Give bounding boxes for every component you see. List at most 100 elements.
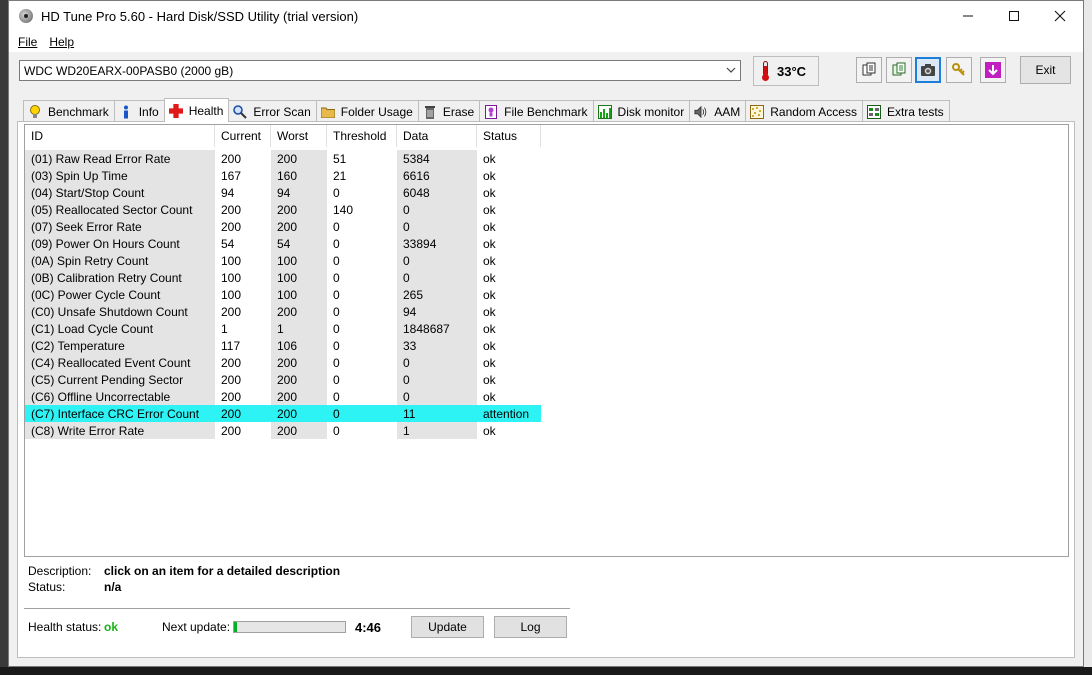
- tab-aam[interactable]: AAM: [689, 100, 747, 122]
- table-row[interactable]: (09) Power On Hours Count 54 54 0 33894 ok: [25, 235, 541, 252]
- table-row[interactable]: (0C) Power Cycle Count 100 100 0 265 ok: [25, 286, 541, 303]
- cell-current: 200: [221, 355, 242, 370]
- copy-text-button[interactable]: [856, 57, 882, 83]
- column-header-current[interactable]: Current: [215, 125, 271, 147]
- minimize-icon: [963, 15, 973, 17]
- table-row[interactable]: (C2) Temperature 117 106 0 33 ok: [25, 337, 541, 354]
- table-row[interactable]: (07) Seek Error Rate 200 200 0 0 ok: [25, 218, 541, 235]
- cell-data: 265: [397, 286, 477, 303]
- camera-icon: [921, 64, 935, 76]
- cell-current: 100: [221, 287, 242, 302]
- chart-icon: [597, 104, 612, 119]
- tab-extra-tests-label: Extra tests: [886, 104, 944, 119]
- close-button[interactable]: [1037, 1, 1083, 31]
- screenshot-button[interactable]: [915, 57, 941, 83]
- column-header-threshold[interactable]: Threshold: [327, 125, 397, 147]
- tab-health[interactable]: Health: [163, 98, 230, 122]
- copy-info-button[interactable]: [886, 57, 912, 83]
- table-row[interactable]: (04) Start/Stop Count 94 94 0 6048 ok: [25, 184, 541, 201]
- smart-attributes-table[interactable]: ID Current Worst Threshold Data Status (…: [24, 124, 1069, 557]
- keys-icon: [952, 63, 965, 76]
- cell-data: 0: [397, 218, 477, 235]
- table-row[interactable]: (C8) Write Error Rate 200 200 0 1 ok: [25, 422, 541, 439]
- cell-threshold: 0: [333, 389, 340, 404]
- hdtune-app-icon[interactable]: [19, 9, 33, 23]
- cell-current: 167: [221, 168, 242, 183]
- minimize-button[interactable]: [945, 1, 991, 31]
- column-header-data[interactable]: Data: [397, 125, 477, 147]
- tab-error-scan[interactable]: Error Scan: [228, 100, 317, 122]
- cell-threshold: 0: [333, 219, 340, 234]
- table-body: (01) Raw Read Error Rate 200 200 51 5384 ok (…: [25, 150, 541, 439]
- download-button[interactable]: [980, 57, 1006, 83]
- cell-id: (C1) Load Cycle Count: [25, 320, 215, 337]
- cell-status: ok: [483, 423, 496, 438]
- cell-current: 200: [221, 202, 242, 217]
- cell-status: ok: [483, 321, 496, 336]
- cell-worst: 100: [271, 269, 327, 286]
- table-row-attention[interactable]: (C7) Interface CRC Error Count 200 200 0 11 a…: [25, 405, 541, 422]
- drive-select[interactable]: WDC WD20EARX-00PASB0 (2000 gB): [19, 60, 741, 81]
- health-panel: ID Current Worst Threshold Data Status (…: [17, 121, 1075, 658]
- cell-threshold: 140: [333, 202, 354, 217]
- download-icon: [985, 62, 1001, 78]
- table-row[interactable]: (C0) Unsafe Shutdown Count 200 200 0 94 ok: [25, 303, 541, 320]
- temperature-value: 33°C: [777, 63, 807, 79]
- tab-extra-tests[interactable]: Extra tests: [861, 100, 950, 122]
- thermometer-icon: [762, 61, 769, 81]
- table-row[interactable]: (03) Spin Up Time 167 160 21 6616 ok: [25, 167, 541, 184]
- cell-worst: 200: [271, 150, 327, 167]
- cell-id: (05) Reallocated Sector Count: [25, 201, 215, 218]
- table-row[interactable]: (0A) Spin Retry Count 100 100 0 0 ok: [25, 252, 541, 269]
- table-row[interactable]: (C6) Offline Uncorrectable 200 200 0 0 ok: [25, 388, 541, 405]
- menu-file[interactable]: File: [15, 35, 40, 49]
- tab-disk-monitor-label: Disk monitor: [617, 104, 685, 119]
- log-button[interactable]: Log: [494, 616, 567, 638]
- maximize-button[interactable]: [991, 1, 1037, 31]
- tab-disk-monitor[interactable]: Disk monitor: [592, 100, 691, 122]
- column-header-id[interactable]: ID: [25, 125, 215, 147]
- cell-id: (09) Power On Hours Count: [25, 235, 215, 252]
- tab-info[interactable]: Info: [113, 100, 165, 122]
- desktop-background-bottom: [0, 667, 1092, 675]
- column-header-worst[interactable]: Worst: [271, 125, 327, 147]
- table-row[interactable]: (C1) Load Cycle Count 1 1 0 1848687 ok: [25, 320, 541, 337]
- table-row[interactable]: (C5) Current Pending Sector 200 200 0 0 ok: [25, 371, 541, 388]
- tab-random-access-label: Random Access: [770, 104, 857, 119]
- tab-folder-usage[interactable]: Folder Usage: [315, 100, 419, 122]
- cell-data: 6048: [397, 184, 477, 201]
- update-button[interactable]: Update: [411, 616, 484, 638]
- maximize-icon: [1009, 11, 1019, 21]
- tab-erase-label: Erase: [442, 104, 475, 119]
- cell-id: (C2) Temperature: [25, 337, 215, 354]
- cell-status: ok: [483, 304, 496, 319]
- cell-id: (0B) Calibration Retry Count: [25, 269, 215, 286]
- tab-random-access[interactable]: Random Access: [745, 100, 863, 122]
- cell-threshold: 0: [333, 185, 340, 200]
- info-icon: [119, 105, 133, 119]
- exit-button[interactable]: Exit: [1020, 56, 1071, 84]
- speaker-icon: [694, 105, 708, 119]
- cell-current: 200: [221, 304, 242, 319]
- table-row[interactable]: (C4) Reallocated Event Count 200 200 0 0 ok: [25, 354, 541, 371]
- table-row[interactable]: (01) Raw Read Error Rate 200 200 51 5384 ok: [25, 150, 541, 167]
- tab-file-benchmark[interactable]: File Benchmark: [479, 100, 594, 122]
- cell-threshold: 0: [333, 372, 340, 387]
- table-row[interactable]: (05) Reallocated Sector Count 200 200 140 0 o…: [25, 201, 541, 218]
- column-header-status[interactable]: Status: [477, 125, 541, 147]
- tab-file-benchmark-label: File Benchmark: [504, 104, 588, 119]
- cell-id: (C5) Current Pending Sector: [25, 371, 215, 388]
- status-label: Status:: [28, 580, 66, 594]
- cell-worst: 200: [271, 218, 327, 235]
- tab-benchmark[interactable]: Benchmark: [23, 100, 115, 122]
- cell-worst: 106: [271, 337, 327, 354]
- keys-button[interactable]: [946, 57, 972, 83]
- cell-worst: 200: [271, 354, 327, 371]
- cell-data: 0: [397, 252, 477, 269]
- title-bar[interactable]: HD Tune Pro 5.60 - Hard Disk/SSD Utility…: [9, 1, 1083, 31]
- cell-current: 200: [215, 405, 271, 422]
- next-update-countdown: 4:46: [355, 619, 382, 635]
- menu-help[interactable]: Help: [46, 35, 77, 49]
- tab-erase[interactable]: Erase: [417, 100, 481, 122]
- table-row[interactable]: (0B) Calibration Retry Count 100 100 0 0 ok: [25, 269, 541, 286]
